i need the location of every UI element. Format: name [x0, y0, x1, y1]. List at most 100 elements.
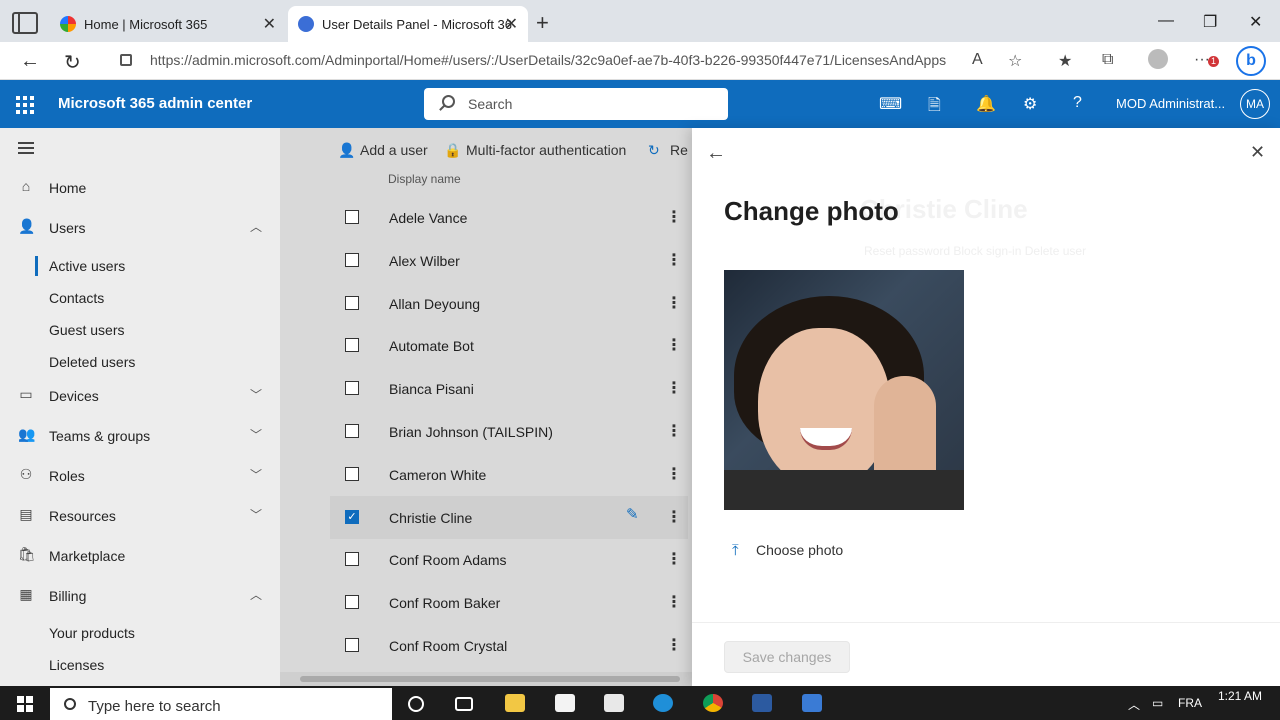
- favorites-icon[interactable]: ★: [1058, 51, 1072, 71]
- row-checkbox[interactable]: [345, 252, 359, 267]
- nav-item-users[interactable]: 👤 Users ︿: [0, 212, 280, 244]
- row-checkbox[interactable]: ✓: [345, 509, 359, 524]
- tab-actions-icon[interactable]: [12, 12, 38, 34]
- avatar[interactable]: MA: [1240, 89, 1270, 119]
- user-display-name[interactable]: Conf Room Crystal: [389, 638, 507, 654]
- taskbar-search-input[interactable]: Type here to search: [50, 688, 392, 720]
- table-row[interactable]: Bianca Pisani ⋮: [330, 367, 688, 410]
- add-user-button[interactable]: 👤 Add a user: [338, 142, 428, 159]
- table-row[interactable]: Conf Room Crystal ⋮: [330, 624, 688, 667]
- window-close-icon[interactable]: ✕: [1249, 12, 1262, 32]
- help-icon[interactable]: ?: [1073, 94, 1082, 112]
- choose-photo-button[interactable]: ⤒ Choose photo: [732, 542, 843, 559]
- table-row[interactable]: Automate Bot ⋮: [330, 324, 688, 367]
- nav-item-resources[interactable]: ▤ Resources ﹀: [0, 500, 280, 532]
- account-name[interactable]: MOD Administrat...: [1116, 96, 1225, 111]
- nav-sub-guest-users[interactable]: Guest users: [49, 322, 124, 338]
- row-checkbox[interactable]: [345, 424, 359, 438]
- minimize-icon[interactable]: —: [1158, 12, 1174, 30]
- table-row[interactable]: Adele Vance ⋮: [330, 196, 688, 239]
- save-changes-button[interactable]: Save changes: [724, 641, 850, 673]
- more-options-icon[interactable]: ⋮: [666, 464, 682, 484]
- user-display-name[interactable]: Conf Room Baker: [389, 595, 500, 611]
- nav-sub-contacts[interactable]: Contacts: [49, 290, 104, 306]
- close-icon[interactable]: ✕: [1250, 142, 1265, 163]
- table-row[interactable]: Allan Deyoung ⋮: [330, 282, 688, 325]
- more-options-icon[interactable]: ⋮: [666, 549, 682, 569]
- terminal-icon[interactable]: ⌨: [879, 94, 902, 114]
- close-icon[interactable]: ✕: [505, 14, 518, 34]
- cortana-icon[interactable]: [408, 696, 424, 712]
- app-title[interactable]: Microsoft 365 admin center: [58, 95, 252, 112]
- task-view-icon[interactable]: [455, 697, 473, 711]
- nav-sub-deleted-users[interactable]: Deleted users: [49, 354, 135, 370]
- profile-icon[interactable]: [1148, 49, 1168, 69]
- row-checkbox[interactable]: [345, 381, 359, 396]
- user-display-name[interactable]: Adele Vance: [389, 210, 467, 226]
- row-checkbox[interactable]: [345, 595, 359, 610]
- bell-icon[interactable]: 🔔: [976, 94, 996, 114]
- mail-icon[interactable]: [604, 694, 624, 712]
- scroll-thumb[interactable]: [300, 676, 680, 682]
- lock-icon[interactable]: [120, 54, 132, 66]
- file-explorer-icon[interactable]: [505, 694, 525, 712]
- more-options-icon[interactable]: ⋮: [666, 293, 682, 313]
- row-checkbox[interactable]: [345, 338, 359, 353]
- tab-home-m365[interactable]: Home | Microsoft 365 ✕: [50, 6, 286, 42]
- row-checkbox[interactable]: [345, 552, 359, 567]
- user-display-name[interactable]: Brian Johnson (TAILSPIN): [389, 424, 553, 440]
- powershell-icon[interactable]: [752, 694, 772, 712]
- more-options-icon[interactable]: ⋮: [666, 635, 682, 655]
- nav-sub-active-users[interactable]: Active users: [34, 256, 125, 276]
- more-options-icon[interactable]: ⋮: [666, 421, 682, 441]
- back-icon[interactable]: ←: [20, 50, 40, 73]
- powershell-ise-icon[interactable]: [802, 694, 822, 712]
- row-checkbox[interactable]: [345, 638, 359, 652]
- restore-icon[interactable]: ❐: [1203, 12, 1217, 32]
- search-input[interactable]: Search: [424, 88, 728, 120]
- horizontal-scrollbar[interactable]: [280, 672, 692, 686]
- tab-user-details[interactable]: User Details Panel - Microsoft 36 ✕: [288, 6, 528, 42]
- more-options-icon[interactable]: ⋮: [666, 507, 682, 527]
- store-icon[interactable]: [555, 694, 575, 712]
- chrome-icon[interactable]: [703, 694, 723, 712]
- column-header-display-name[interactable]: Display name: [388, 172, 461, 186]
- table-row[interactable]: Cameron White ⋮: [330, 453, 688, 496]
- user-display-name[interactable]: Allan Deyoung: [389, 296, 480, 312]
- nav-item-devices[interactable]: ▭ Devices ﹀: [0, 380, 280, 412]
- collections-icon[interactable]: ⧉: [1102, 51, 1113, 69]
- url-field[interactable]: https://admin.microsoft.com/Adminportal/…: [150, 52, 946, 68]
- bing-chat-icon[interactable]: b: [1236, 46, 1266, 76]
- language-indicator[interactable]: FRA: [1178, 696, 1202, 710]
- nav-item-billing[interactable]: ▦ Billing ︿: [0, 580, 280, 612]
- read-aloud-icon[interactable]: A: [972, 51, 983, 69]
- nav-item-teams-groups[interactable]: 👥 Teams & groups ﹀: [0, 420, 280, 452]
- app-launcher-icon[interactable]: [16, 96, 34, 114]
- document-icon[interactable]: 🗎: [928, 94, 941, 121]
- close-icon[interactable]: ✕: [263, 14, 276, 34]
- nav-sub-licenses[interactable]: Licenses: [49, 657, 104, 673]
- windows-start-icon[interactable]: [17, 696, 33, 712]
- gear-icon[interactable]: ⚙: [1023, 94, 1037, 114]
- chevron-up-icon[interactable]: ︿: [1128, 696, 1140, 713]
- edit-icon[interactable]: ✎: [626, 505, 639, 523]
- user-display-name[interactable]: Cameron White: [389, 467, 486, 483]
- refresh-button[interactable]: ↻ Re: [648, 142, 688, 159]
- table-row[interactable]: Conf Room Adams ⋮: [330, 538, 688, 581]
- table-row[interactable]: Conf Room Baker ⋮: [330, 581, 688, 624]
- user-display-name[interactable]: Christie Cline: [389, 510, 472, 526]
- row-checkbox[interactable]: [345, 295, 359, 310]
- nav-item-home[interactable]: ⌂ Home: [0, 172, 280, 204]
- user-display-name[interactable]: Alex Wilber: [389, 253, 460, 269]
- more-options-icon[interactable]: ⋮: [666, 378, 682, 398]
- more-options-icon[interactable]: ⋮: [666, 207, 682, 227]
- table-row[interactable]: ✓ Christie Cline ✎ ⋮: [330, 495, 688, 539]
- hamburger-icon[interactable]: [18, 142, 34, 154]
- row-checkbox[interactable]: [345, 210, 359, 224]
- more-options-icon[interactable]: ⋮: [666, 335, 682, 355]
- edge-icon[interactable]: [653, 694, 673, 712]
- new-tab-icon[interactable]: +: [536, 10, 549, 36]
- user-display-name[interactable]: Automate Bot: [389, 338, 474, 354]
- refresh-icon[interactable]: ↻: [64, 50, 81, 75]
- user-display-name[interactable]: Bianca Pisani: [389, 381, 474, 397]
